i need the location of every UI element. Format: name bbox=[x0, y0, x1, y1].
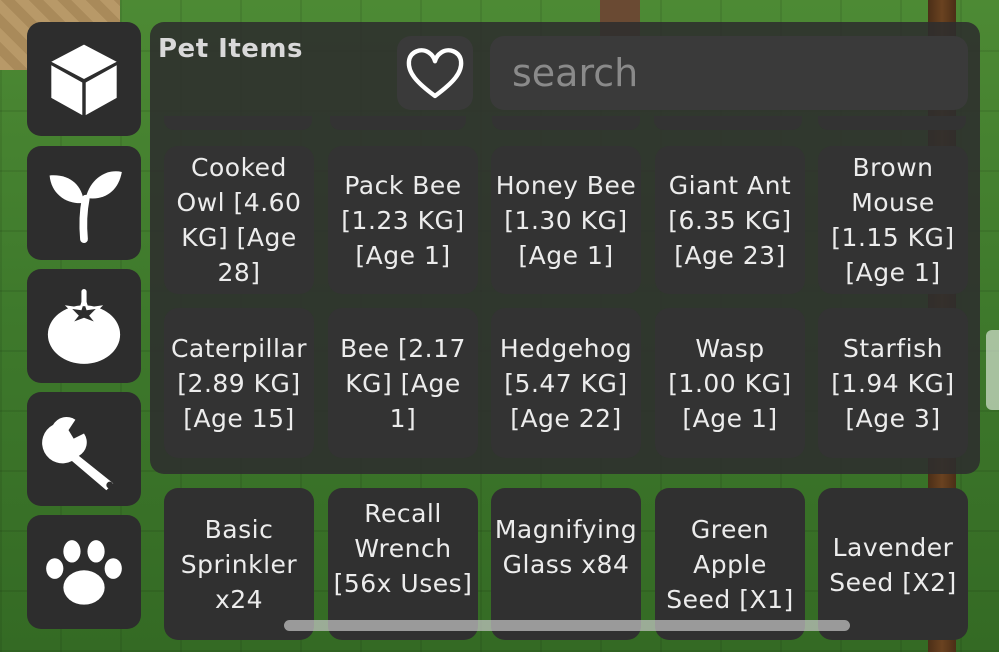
previous-row-tile bbox=[818, 116, 966, 130]
side-scroll-handle[interactable] bbox=[986, 330, 999, 410]
pet-item-tile[interactable]: Starfish [1.94 KG] [Age 3] bbox=[818, 308, 968, 458]
pet-item-label: Wasp [1.00 KG] [Age 1] bbox=[668, 333, 792, 433]
hotbar-item-label: Green Apple Seed [X1] bbox=[666, 515, 794, 614]
pet-item-label: Brown Mouse [1.15 KG] [Age 1] bbox=[831, 153, 955, 287]
heart-icon bbox=[406, 48, 464, 99]
hotbar-slot[interactable]: Basic Sprinkler x24 bbox=[164, 488, 314, 640]
paw-icon bbox=[46, 540, 122, 605]
hotbar-slot[interactable]: Magnifying Glass x84 bbox=[491, 488, 641, 640]
category-crops-button[interactable] bbox=[27, 269, 141, 383]
hotbar-item-label: Magnifying Glass x84 bbox=[494, 515, 638, 579]
pet-item-tile[interactable]: Hedgehog [5.47 KG] [Age 22] bbox=[491, 308, 641, 458]
previous-row-tile bbox=[330, 116, 466, 130]
panel-title: Pet Items bbox=[158, 34, 303, 64]
search-input[interactable] bbox=[490, 36, 968, 110]
pet-item-tile[interactable]: Giant Ant [6.35 KG] [Age 23] bbox=[655, 146, 805, 294]
pet-item-label: Cooked Owl [4.60 KG] [Age 28] bbox=[176, 153, 302, 287]
pet-item-tile[interactable]: Wasp [1.00 KG] [Age 1] bbox=[655, 308, 805, 458]
previous-row-tile bbox=[164, 116, 312, 130]
previous-row-tile bbox=[654, 116, 802, 130]
pet-item-label: Caterpillar [2.89 KG] [Age 15] bbox=[170, 333, 308, 433]
category-pets-button[interactable] bbox=[27, 515, 141, 629]
pet-item-label: Starfish [1.94 KG] [Age 3] bbox=[831, 333, 955, 433]
pet-item-label: Honey Bee [1.30 KG] [Age 1] bbox=[495, 170, 637, 270]
pet-item-tile[interactable]: Brown Mouse [1.15 KG] [Age 1] bbox=[818, 146, 968, 294]
sprout-icon bbox=[49, 171, 122, 243]
pet-item-tile[interactable]: Bee [2.17 KG] [Age 1] bbox=[328, 308, 478, 458]
pet-item-label: Bee [2.17 KG] [Age 1] bbox=[340, 333, 466, 433]
hotbar-item-label: Basic Sprinkler x24 bbox=[180, 515, 298, 614]
tomato-icon bbox=[47, 289, 121, 364]
pet-item-tile[interactable]: Caterpillar [2.89 KG] [Age 15] bbox=[164, 308, 314, 458]
hotbar-item-label: Recall Wrench [56x Uses] bbox=[333, 499, 473, 598]
previous-row-tile bbox=[492, 116, 640, 130]
category-seeds-button[interactable] bbox=[27, 146, 141, 260]
pet-item-label: Hedgehog [5.47 KG] [Age 22] bbox=[499, 333, 633, 433]
favorite-filter-button[interactable] bbox=[397, 36, 473, 110]
hotbar-slot[interactable]: Recall Wrench [56x Uses] bbox=[328, 488, 478, 640]
cube-icon bbox=[51, 44, 117, 116]
pet-item-label: Giant Ant [6.35 KG] [Age 23] bbox=[668, 170, 792, 270]
hotbar-item-label: Lavender Seed [X2] bbox=[829, 533, 957, 597]
pet-item-label: Pack Bee [1.23 KG] [Age 1] bbox=[341, 170, 465, 270]
wrench-icon bbox=[42, 416, 114, 491]
category-cube-button[interactable] bbox=[27, 22, 141, 136]
pet-item-tile[interactable]: Pack Bee [1.23 KG] [Age 1] bbox=[328, 146, 478, 294]
pet-item-tile[interactable]: Cooked Owl [4.60 KG] [Age 28] bbox=[164, 146, 314, 294]
hotbar-scrollbar[interactable] bbox=[284, 620, 850, 631]
hotbar-slot[interactable]: Green Apple Seed [X1] bbox=[655, 488, 805, 640]
hotbar-slot[interactable]: Lavender Seed [X2] bbox=[818, 488, 968, 640]
pet-item-tile[interactable]: Honey Bee [1.30 KG] [Age 1] bbox=[491, 146, 641, 294]
category-tools-button[interactable] bbox=[27, 392, 141, 506]
